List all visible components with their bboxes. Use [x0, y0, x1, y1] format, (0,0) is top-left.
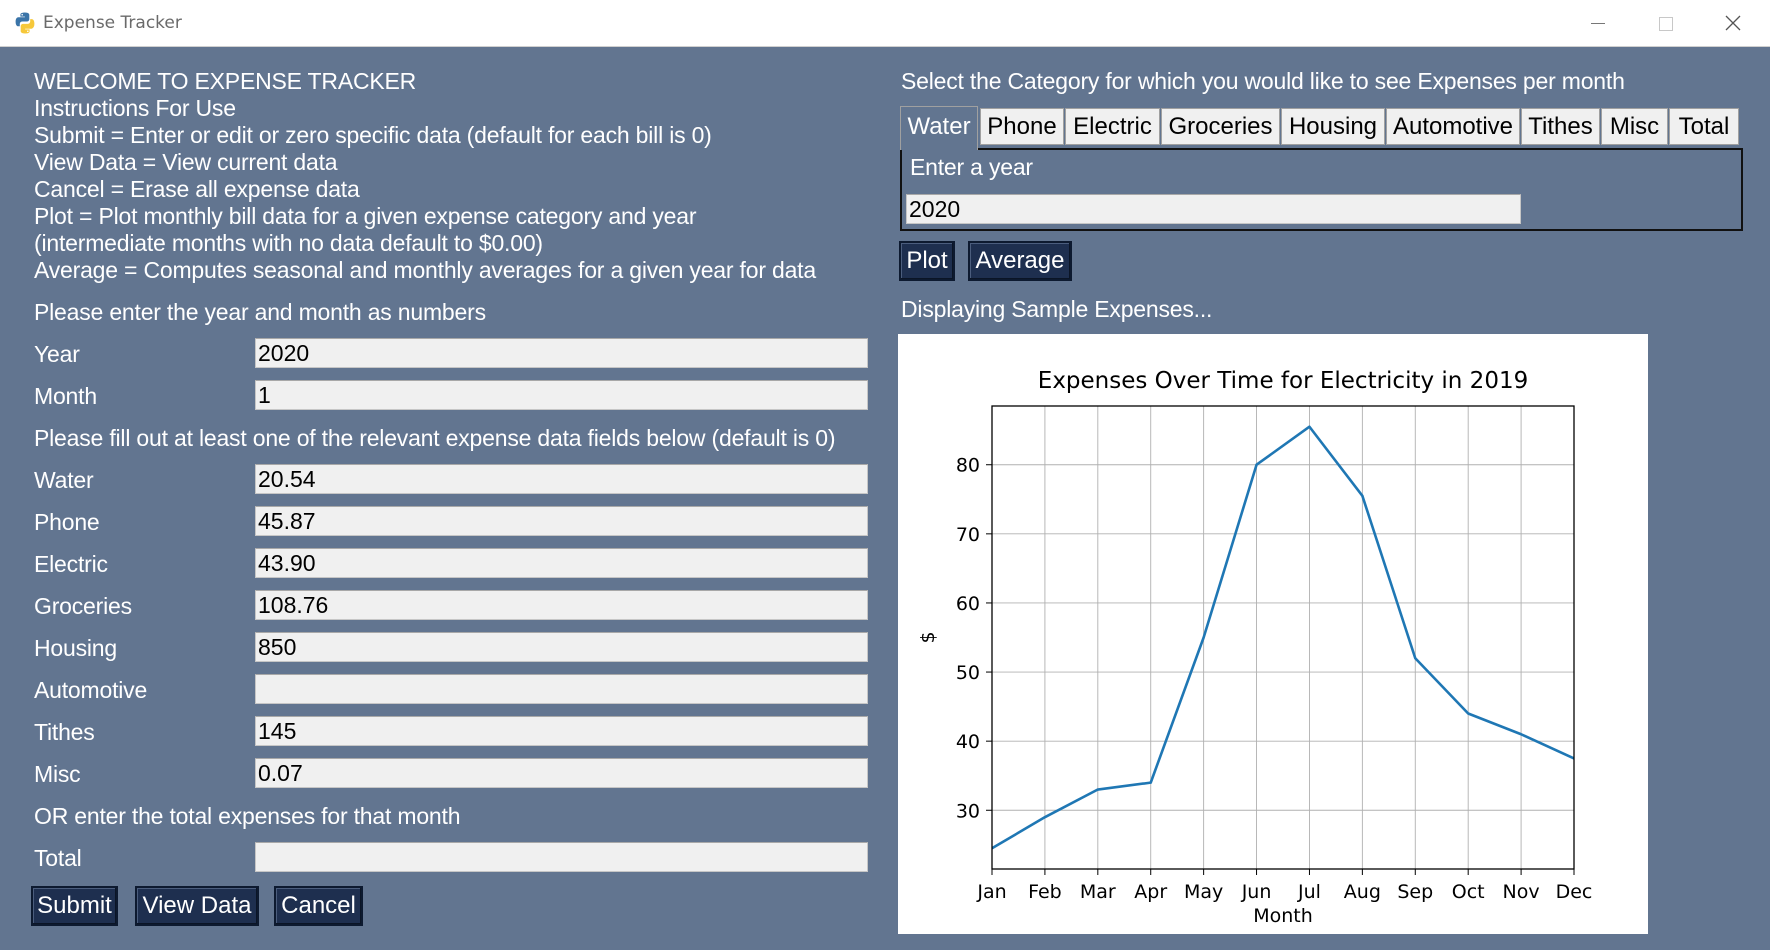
- x-axis-label: Month: [1253, 905, 1313, 927]
- plot-year-input[interactable]: [906, 194, 1521, 224]
- tab-misc[interactable]: Misc: [1601, 108, 1668, 145]
- total-label: Total: [34, 845, 82, 871]
- tab-electric[interactable]: Electric: [1065, 108, 1160, 145]
- close-button[interactable]: [1699, 0, 1767, 46]
- instructions-heading: Instructions For Use: [34, 95, 236, 121]
- y-axis-label: $: [917, 631, 939, 643]
- close-icon: [1725, 15, 1741, 31]
- chart-panel: Jan Feb Mar Apr May Jun Jul Aug Sep Oct Nov Dec 30 40…: [898, 334, 1648, 934]
- misc-label: Misc: [34, 761, 81, 787]
- maximize-icon: [1659, 17, 1673, 31]
- series-line: [991, 425, 1575, 850]
- instruction-line: Plot = Plot monthly bill data for a give…: [34, 203, 697, 229]
- instructions-block: WELCOME TO EXPENSE TRACKER Instructions …: [34, 68, 816, 284]
- submit-button[interactable]: Submit: [31, 886, 118, 926]
- housing-label: Housing: [34, 635, 117, 661]
- phone-input[interactable]: [255, 506, 868, 536]
- y-tick-label: 50: [956, 662, 980, 684]
- y-tick-label: 70: [956, 524, 980, 546]
- groceries-input[interactable]: [255, 590, 868, 620]
- misc-input[interactable]: [255, 758, 868, 788]
- x-tick-label: May: [1184, 881, 1223, 903]
- category-prompt: Select the Category for which you would …: [901, 68, 1625, 94]
- tab-groceries[interactable]: Groceries: [1161, 108, 1280, 145]
- x-tick-label: Aug: [1344, 881, 1381, 903]
- automotive-label: Automotive: [34, 677, 148, 703]
- electric-label: Electric: [34, 551, 108, 577]
- window-title: Expense Tracker: [43, 13, 182, 33]
- instruction-line: Average = Computes seasonal and monthly …: [34, 257, 816, 283]
- chart-title: Expenses Over Time for Electricity in 20…: [1038, 368, 1528, 394]
- year-label: Year: [34, 341, 80, 367]
- water-input[interactable]: [255, 464, 868, 494]
- enter-year-label: Enter a year: [910, 154, 1033, 180]
- total-input[interactable]: [255, 842, 868, 872]
- tab-total[interactable]: Total: [1669, 108, 1739, 145]
- x-tick-label: Apr: [1134, 881, 1167, 903]
- total-prompt: OR enter the total expenses for that mon…: [34, 803, 461, 829]
- welcome-heading: WELCOME TO EXPENSE TRACKER: [34, 68, 417, 94]
- automotive-input[interactable]: [255, 674, 868, 704]
- app-window: Expense Tracker WELCOME TO EXPENSE TRACK…: [0, 0, 1770, 950]
- tab-phone[interactable]: Phone: [980, 108, 1064, 145]
- x-tick-label: Oct: [1452, 881, 1485, 903]
- tab-automotive[interactable]: Automotive: [1386, 108, 1520, 145]
- python-icon: [15, 12, 35, 34]
- line-chart: Jan Feb Mar Apr May Jun Jul Aug Sep Oct Nov Dec 30 40…: [917, 368, 1593, 927]
- year-month-prompt: Please enter the year and month as numbe…: [34, 299, 486, 325]
- tithes-label: Tithes: [34, 719, 95, 745]
- x-tick-label: Feb: [1028, 881, 1062, 903]
- status-text: Displaying Sample Expenses...: [901, 296, 1213, 322]
- x-tick-label: Nov: [1503, 881, 1540, 903]
- instruction-line: View Data = View current data: [34, 149, 338, 175]
- instruction-line: Submit = Enter or edit or zero specific …: [34, 122, 712, 148]
- maximize-button[interactable]: [1631, 0, 1699, 46]
- x-tick-label: Dec: [1556, 881, 1593, 903]
- electric-input[interactable]: [255, 548, 868, 578]
- tab-tithes[interactable]: Tithes: [1521, 108, 1600, 145]
- average-button[interactable]: Average: [968, 241, 1072, 281]
- cancel-button[interactable]: Cancel: [274, 886, 363, 926]
- phone-label: Phone: [34, 509, 100, 535]
- minimize-button[interactable]: [1563, 0, 1631, 46]
- y-tick-label: 40: [956, 731, 980, 753]
- x-tick-label: Mar: [1080, 881, 1116, 903]
- y-tick-label: 30: [956, 800, 980, 822]
- tithes-input[interactable]: [255, 716, 868, 746]
- month-label: Month: [34, 383, 97, 409]
- x-tick-label: Sep: [1397, 881, 1433, 903]
- year-input[interactable]: [255, 338, 868, 368]
- plot-button[interactable]: Plot: [899, 241, 955, 281]
- instruction-line: (intermediate months with no data defaul…: [34, 230, 543, 256]
- tab-water[interactable]: Water: [900, 106, 978, 150]
- y-tick-label: 60: [956, 593, 980, 615]
- water-label: Water: [34, 467, 94, 493]
- instruction-line: Cancel = Erase all expense data: [34, 176, 360, 202]
- tab-housing[interactable]: Housing: [1281, 108, 1385, 145]
- expense-prompt: Please fill out at least one of the rele…: [34, 425, 836, 451]
- groceries-label: Groceries: [34, 593, 132, 619]
- month-input[interactable]: [255, 380, 868, 410]
- title-bar[interactable]: Expense Tracker: [0, 0, 1770, 47]
- view-data-button[interactable]: View Data: [135, 886, 259, 926]
- minimize-icon: [1591, 23, 1605, 24]
- x-tick-label: Jan: [976, 881, 1006, 903]
- x-tick-label: Jul: [1297, 881, 1321, 903]
- x-tick-label: Jun: [1241, 881, 1272, 903]
- housing-input[interactable]: [255, 632, 868, 662]
- y-tick-label: 80: [956, 455, 980, 477]
